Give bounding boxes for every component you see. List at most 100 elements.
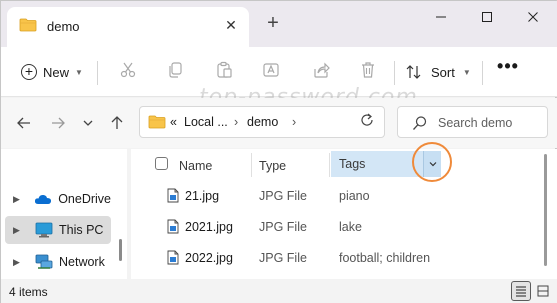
new-button[interactable]: + New ▼ xyxy=(13,58,91,86)
sidebar-item-onedrive[interactable]: ▶ OneDrive xyxy=(5,185,111,213)
cut-button[interactable] xyxy=(117,59,139,81)
share-icon xyxy=(314,62,330,78)
copy-button[interactable] xyxy=(164,59,186,81)
column-header-label: Type xyxy=(259,159,287,173)
close-window-button[interactable] xyxy=(518,5,548,29)
sort-label: Sort xyxy=(431,64,455,80)
column-divider[interactable] xyxy=(251,153,252,177)
title-bar: demo ✕ + xyxy=(1,1,557,47)
breadcrumb-local[interactable]: Local ... xyxy=(184,115,228,129)
address-bar[interactable]: « Local ... › demo › xyxy=(139,106,385,138)
sort-button[interactable]: Sort ▼ xyxy=(405,58,471,86)
folder-icon xyxy=(19,18,37,32)
sidebar-item-this-pc[interactable]: ▶ This PC xyxy=(5,216,111,244)
refresh-icon xyxy=(361,113,373,126)
chevron-down-icon xyxy=(83,120,93,126)
image-file-icon xyxy=(167,219,179,234)
file-list-scrollbar[interactable] xyxy=(544,154,547,266)
select-all-checkbox[interactable] xyxy=(155,157,168,170)
image-file-icon xyxy=(167,250,179,265)
file-explorer-window: demo ✕ + + New ▼ Sort ▼ ••• « Local ... … xyxy=(0,0,557,303)
breadcrumb-overflow[interactable]: « xyxy=(170,115,177,129)
details-view-icon xyxy=(516,286,526,297)
sidebar-item-label: This PC xyxy=(59,223,104,237)
tab-demo[interactable]: demo ✕ xyxy=(7,7,249,47)
recent-locations-button[interactable] xyxy=(77,112,99,134)
file-list: Name Type Tags 21.jpg JPG File piano 202… xyxy=(131,142,557,279)
status-bar: 4 items xyxy=(1,279,557,303)
chevron-right-icon[interactable]: ▶ xyxy=(13,257,27,268)
item-count: 4 items xyxy=(9,285,48,299)
toolbar-divider xyxy=(97,61,98,85)
search-icon xyxy=(413,116,427,130)
file-type: JPG File xyxy=(259,220,307,234)
search-input[interactable]: Search demo xyxy=(397,106,548,138)
maximize-icon xyxy=(482,12,492,22)
sidebar-item-label: OneDrive xyxy=(58,192,111,206)
arrow-up-icon xyxy=(111,116,123,129)
chevron-right-icon[interactable]: ▶ xyxy=(13,225,27,236)
up-button[interactable] xyxy=(106,112,128,134)
sidebar-item-network[interactable]: ▶ Network xyxy=(5,248,111,276)
new-button-label: New xyxy=(43,64,70,80)
add-icon: + xyxy=(21,64,37,80)
navigation-pane-scrollbar[interactable] xyxy=(119,239,122,261)
delete-icon xyxy=(362,62,374,78)
chevron-down-icon: ▼ xyxy=(75,67,83,77)
folder-icon xyxy=(148,115,166,129)
file-tags: lake xyxy=(339,220,362,234)
share-button[interactable] xyxy=(310,59,332,81)
tiles-view-button[interactable] xyxy=(534,282,552,300)
column-header-name[interactable]: Name xyxy=(179,153,212,179)
back-button[interactable] xyxy=(13,112,35,134)
table-row[interactable]: 2022.jpg JPG File football; children xyxy=(131,243,541,273)
breadcrumb-separator[interactable]: › xyxy=(292,115,296,129)
this-pc-icon xyxy=(35,222,53,238)
minimize-icon xyxy=(436,16,446,18)
toolbar-divider xyxy=(482,61,483,85)
column-header-label: Tags xyxy=(339,157,366,171)
command-bar: + New ▼ Sort ▼ ••• top-pas xyxy=(1,47,557,110)
sidebar-item-label: Network xyxy=(59,255,105,269)
rename-icon xyxy=(263,63,279,77)
forward-button[interactable] xyxy=(47,112,69,134)
tab-label: demo xyxy=(47,19,80,34)
cut-icon xyxy=(120,62,136,78)
table-row[interactable]: 2021.jpg JPG File lake xyxy=(131,212,541,242)
refresh-button[interactable] xyxy=(358,113,376,131)
file-tags: football; children xyxy=(339,251,431,265)
paste-button[interactable] xyxy=(213,59,235,81)
maximize-button[interactable] xyxy=(472,5,502,29)
arrow-right-icon xyxy=(52,117,65,129)
breadcrumb-separator[interactable]: › xyxy=(234,115,238,129)
paste-icon xyxy=(217,61,232,78)
chevron-right-icon[interactable]: ▶ xyxy=(13,194,26,205)
navigation-bar: « Local ... › demo › Search demo xyxy=(1,98,557,148)
details-view-button[interactable] xyxy=(511,281,531,301)
column-header-label: Name xyxy=(179,159,213,173)
file-type: JPG File xyxy=(259,251,307,265)
onedrive-icon xyxy=(34,191,52,207)
rename-button[interactable] xyxy=(260,59,282,81)
breadcrumb-demo[interactable]: demo xyxy=(247,115,278,129)
new-tab-button[interactable]: + xyxy=(263,13,283,33)
close-tab-icon[interactable]: ✕ xyxy=(223,17,239,33)
network-icon xyxy=(35,254,53,270)
column-header-type[interactable]: Type xyxy=(259,153,286,179)
chevron-down-icon: ▼ xyxy=(462,67,471,77)
highlight-circle xyxy=(412,142,452,182)
search-placeholder: Search demo xyxy=(438,116,513,130)
file-name: 2021.jpg xyxy=(185,220,233,234)
toolbar-divider xyxy=(394,61,395,85)
copy-icon xyxy=(169,62,182,78)
column-divider[interactable] xyxy=(329,153,330,177)
table-row[interactable]: 21.jpg JPG File piano xyxy=(131,181,541,211)
tiles-view-icon xyxy=(537,285,549,297)
more-options-button[interactable]: ••• xyxy=(495,57,521,81)
file-name: 21.jpg xyxy=(185,189,220,203)
minimize-button[interactable] xyxy=(426,5,456,29)
navigation-pane: ▶ OneDrive ▶ This PC ▶ Network xyxy=(1,149,127,279)
file-name: 2022.jpg xyxy=(185,251,233,265)
image-file-icon xyxy=(167,188,179,203)
delete-button[interactable] xyxy=(357,59,379,81)
